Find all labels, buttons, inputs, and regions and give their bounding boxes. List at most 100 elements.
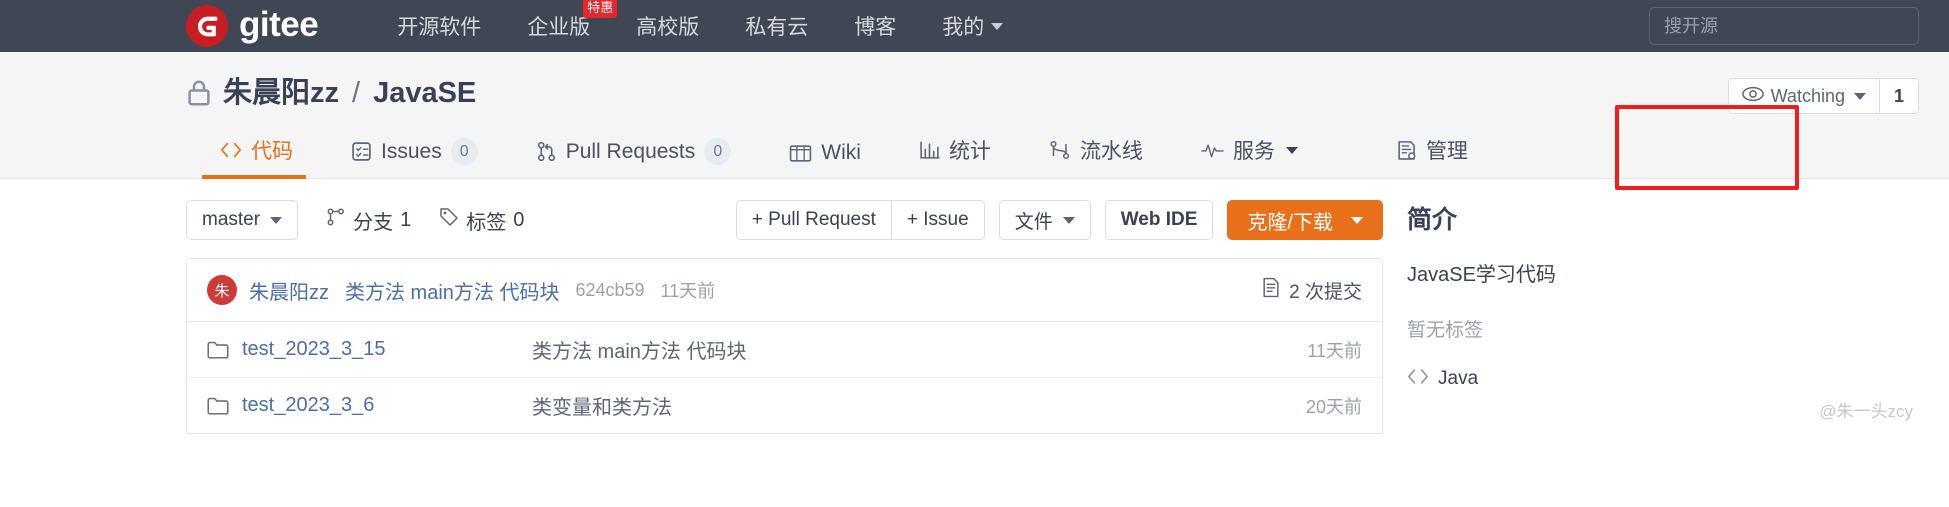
chevron-down-icon <box>991 22 1004 30</box>
repository-header: 朱晨阳zz / JavaSE Watching 1 <box>0 52 1949 114</box>
table-row[interactable]: test_2023_3_6 类变量和类方法 20天前 <box>187 378 1382 433</box>
tab-label: 服务 <box>1232 140 1275 163</box>
repository-tabs: 代码 Issues 0 Pull Requests 0 Wiki 统计 流水线 … <box>186 135 1919 179</box>
file-commit-message: 类方法 main方法 代码块 <box>532 341 747 363</box>
repository-sidebar: 简介 JavaSE学习代码 暂无标签 Java <box>1383 179 1949 434</box>
nav-item-mine[interactable]: 我的 <box>919 11 1026 41</box>
eye-icon <box>1741 86 1764 107</box>
tab-label: Issues <box>381 139 442 163</box>
files-dropdown-label: 文件 <box>1014 211 1053 233</box>
repo-description: JavaSE学习代码 <box>1407 264 1556 286</box>
nav-item-private-cloud[interactable]: 私有云 <box>722 11 831 41</box>
chevron-down-icon <box>1351 216 1363 224</box>
lock-icon <box>186 78 212 108</box>
wiki-icon <box>789 144 812 163</box>
tab-issues[interactable]: Issues 0 <box>322 138 507 178</box>
web-ide-button[interactable]: Web IDE <box>1104 200 1214 240</box>
commit-time: 11天前 <box>660 281 716 301</box>
tag-icon <box>439 207 459 233</box>
commit-author-link[interactable]: 朱晨阳zz <box>249 276 329 305</box>
watch-label: Watching <box>1770 85 1845 106</box>
nav-label: 开源软件 <box>397 16 482 39</box>
service-icon <box>1201 142 1224 158</box>
tab-label: 管理 <box>1425 140 1468 163</box>
search-input[interactable] <box>1649 7 1919 45</box>
tab-statistics[interactable]: 统计 <box>890 135 1020 178</box>
file-list: test_2023_3_15 类方法 main方法 代码块 11天前 test_… <box>186 321 1383 434</box>
chevron-down-icon <box>1062 216 1075 224</box>
branch-selector[interactable]: master <box>186 200 299 240</box>
tags-link[interactable]: 标签 0 <box>439 206 524 235</box>
tab-badge-count: 0 <box>704 138 732 165</box>
nav-item-opensource[interactable]: 开源软件 <box>374 11 504 41</box>
page-body: 朱晨阳zz / JavaSE Watching 1 代码 Issues 0 Pu… <box>0 52 1949 434</box>
chevron-down-icon <box>270 216 283 224</box>
tab-wiki[interactable]: Wiki <box>760 141 890 178</box>
files-dropdown-button[interactable]: 文件 <box>998 200 1091 240</box>
history-icon <box>1261 277 1281 304</box>
branch-icon <box>326 207 346 233</box>
tab-label: 代码 <box>251 140 293 163</box>
tags-label: 标签 <box>466 211 507 234</box>
file-name-link[interactable]: test_2023_3_15 <box>242 338 532 361</box>
tab-service[interactable]: 服务 <box>1172 135 1327 178</box>
branches-count: 1 <box>400 208 412 231</box>
repository-tabs-bar: 代码 Issues 0 Pull Requests 0 Wiki 统计 流水线 … <box>0 105 1949 190</box>
folder-icon <box>207 341 229 359</box>
code-icon <box>220 142 242 158</box>
nav-item-university[interactable]: 高校版 <box>613 11 722 41</box>
nav-label: 高校版 <box>636 16 700 39</box>
sidebar-section-title: 简介 <box>1407 206 1458 234</box>
branches-link[interactable]: 分支 1 <box>326 206 411 235</box>
clone-download-label: 克隆/下载 <box>1247 211 1333 234</box>
nav-label: 企业版 <box>527 16 591 39</box>
clone-download-button[interactable]: 克隆/下载 <box>1227 200 1383 240</box>
content-area: master 分支 1 标签 0 + Pull Request + Issue … <box>0 179 1949 434</box>
tab-pipeline[interactable]: 流水线 <box>1020 135 1172 178</box>
avatar[interactable]: 朱 <box>207 275 237 305</box>
tags-count: 0 <box>513 208 525 231</box>
repo-tags-empty: 暂无标签 <box>1407 320 1484 341</box>
commits-count-label: 2 次提交 <box>1289 281 1362 303</box>
page-title: 朱晨阳zz / JavaSE <box>186 78 476 108</box>
file-name-link[interactable]: test_2023_3_6 <box>242 394 532 417</box>
tab-manage[interactable]: 管理 <box>1367 135 1497 178</box>
gitee-logo[interactable]: gitee <box>186 5 319 47</box>
repo-toolbar: master 分支 1 标签 0 + Pull Request + Issue … <box>186 179 1383 258</box>
tab-label: 统计 <box>948 140 991 163</box>
main-nav-links: 开源软件 企业版 特惠 高校版 私有云 博客 我的 <box>374 0 1026 41</box>
repo-language[interactable]: Java <box>1407 368 1919 390</box>
repo-owner-link[interactable]: 朱晨阳zz <box>223 78 339 108</box>
gitee-logo-icon <box>186 5 228 47</box>
nav-item-blog[interactable]: 博客 <box>831 11 919 41</box>
new-issue-button[interactable]: + Issue <box>890 200 985 240</box>
branch-selector-label: master <box>202 209 261 230</box>
nav-item-enterprise[interactable]: 企业版 特惠 <box>504 0 618 41</box>
tab-label: Wiki <box>821 141 861 164</box>
issue-icon <box>351 141 372 162</box>
repo-title-separator: / <box>352 76 361 109</box>
tab-label: 流水线 <box>1079 140 1143 163</box>
pull-request-icon <box>536 141 557 162</box>
commit-message-link[interactable]: 类方法 main方法 代码块 <box>345 276 559 305</box>
promo-badge: 特惠 <box>583 0 618 18</box>
branches-label: 分支 <box>353 211 394 234</box>
repo-language-label: Java <box>1438 368 1479 389</box>
repo-name-link[interactable]: JavaSE <box>373 78 476 108</box>
new-pull-request-button[interactable]: + Pull Request <box>735 200 892 240</box>
tab-pull-requests[interactable]: Pull Requests 0 <box>507 138 761 178</box>
nav-label: 博客 <box>854 16 897 39</box>
nav-label: 私有云 <box>745 16 809 39</box>
chevron-down-icon <box>1853 92 1866 100</box>
commits-count-link[interactable]: 2 次提交 <box>1261 277 1362 304</box>
file-commit-time: 20天前 <box>1305 396 1362 417</box>
top-navigation-bar: gitee 开源软件 企业版 特惠 高校版 私有云 博客 我的 <box>0 0 1949 52</box>
watch-count[interactable]: 1 <box>1878 79 1918 113</box>
commit-sha[interactable]: 624cb59 <box>575 280 644 301</box>
watch-button[interactable]: Watching <box>1728 79 1879 113</box>
tab-code[interactable]: 代码 <box>186 135 322 179</box>
file-commit-time: 11天前 <box>1307 340 1362 361</box>
create-button-group: + Pull Request + Issue <box>735 200 985 240</box>
file-commit-message: 类变量和类方法 <box>532 397 672 419</box>
table-row[interactable]: test_2023_3_15 类方法 main方法 代码块 11天前 <box>187 322 1382 378</box>
